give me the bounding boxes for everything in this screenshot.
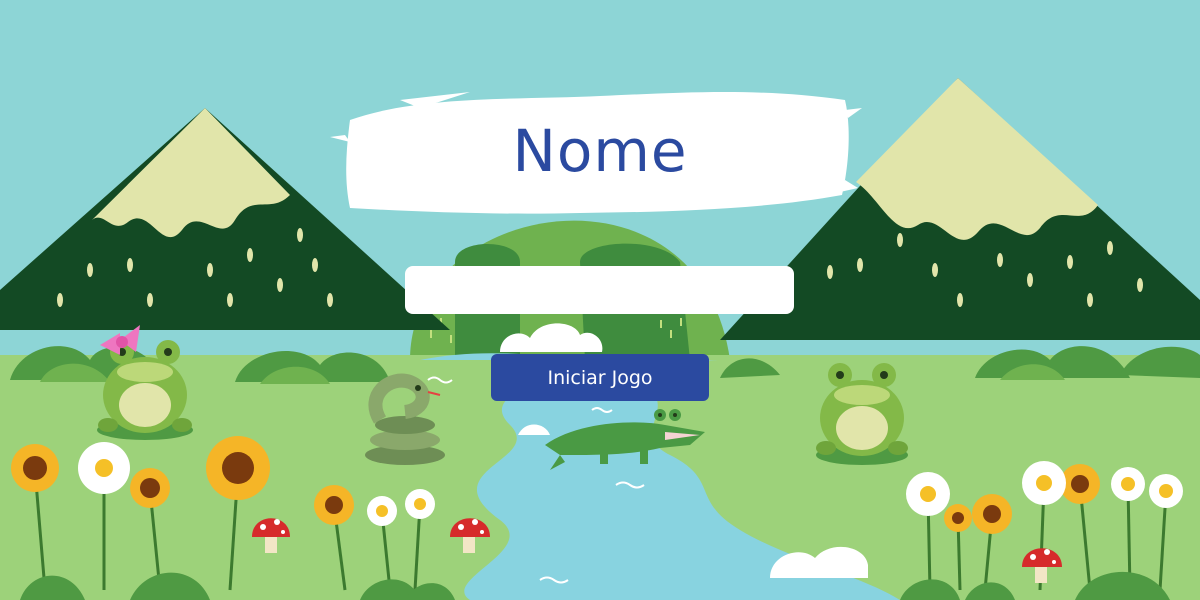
name-input[interactable]	[405, 266, 794, 314]
page-title: Nome	[512, 117, 688, 185]
game-start-screen: Nome Iniciar Jogo	[0, 0, 1200, 600]
start-game-button[interactable]: Iniciar Jogo	[491, 354, 709, 401]
